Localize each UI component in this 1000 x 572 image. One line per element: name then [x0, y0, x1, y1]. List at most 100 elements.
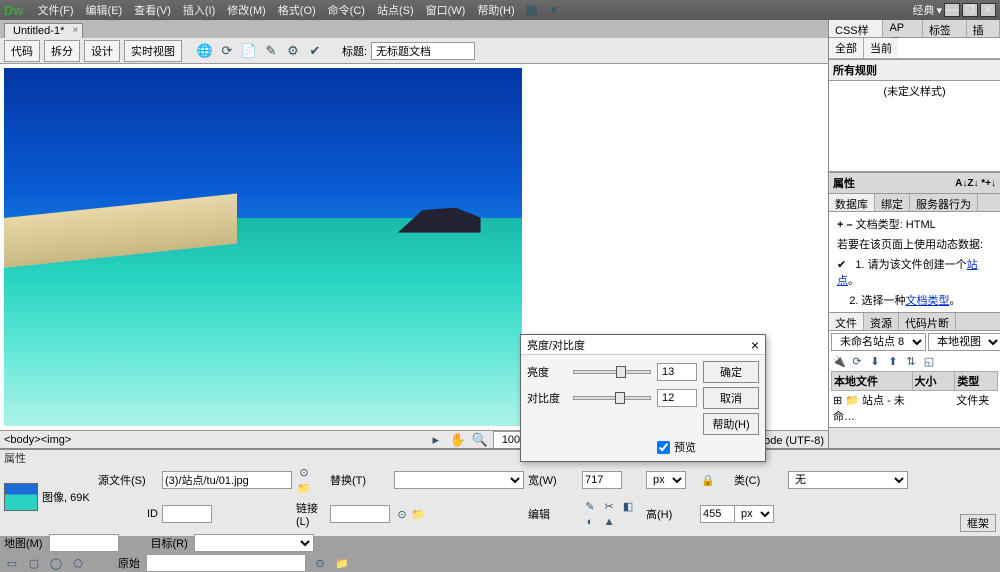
alt-select[interactable] [394, 471, 524, 489]
tab-assets[interactable]: 资源 [864, 313, 899, 330]
brightness-icon[interactable]: ◐ [582, 514, 598, 530]
attr-sort-icons[interactable]: A↓Z↓ *+↓ [955, 178, 996, 189]
menu-file[interactable]: 文件(F) [34, 2, 78, 18]
edit-icon[interactable]: ✎ [582, 498, 598, 514]
w-input[interactable] [582, 471, 622, 489]
layout-icon[interactable]: ▦ [523, 1, 541, 19]
minimize-button[interactable]: — [944, 3, 960, 17]
folder-icon[interactable]: 📁 [410, 506, 426, 522]
tab-insert[interactable]: 插入 [967, 20, 1000, 37]
orig-input[interactable] [146, 554, 306, 572]
brightness-input[interactable] [657, 363, 697, 381]
connect-icon[interactable]: 🔌 [831, 353, 847, 369]
menu-command[interactable]: 命令(C) [324, 2, 369, 18]
col-localfile[interactable]: 本地文件 [832, 372, 912, 390]
tab-database[interactable]: 数据库 [829, 194, 875, 211]
tool-icon[interactable]: ✎ [262, 42, 280, 60]
view-design-button[interactable]: 设计 [84, 40, 120, 62]
view-code-button[interactable]: 代码 [4, 40, 40, 62]
oval-hotspot-icon[interactable]: ◯ [48, 555, 64, 571]
preview-checkbox-input[interactable] [657, 441, 670, 454]
class-select[interactable]: 无 [788, 471, 908, 489]
tab-tag[interactable]: 标签检 [923, 20, 967, 37]
menu-format[interactable]: 格式(O) [274, 2, 320, 18]
crop-icon[interactable]: ✂ [601, 498, 617, 514]
preview-checkbox[interactable]: 预览 [657, 439, 759, 455]
tab-server-behaviors[interactable]: 服务器行为 [910, 194, 978, 211]
menu-modify[interactable]: 修改(M) [223, 2, 270, 18]
put-icon[interactable]: ⬆ [885, 353, 901, 369]
src-input[interactable] [162, 471, 292, 489]
workspace-label[interactable]: 经典 [912, 2, 934, 18]
resample-icon[interactable]: ◧ [620, 498, 636, 514]
poly-hotspot-icon[interactable]: ⬠ [70, 555, 86, 571]
get-icon[interactable]: ⬇ [867, 353, 883, 369]
file-row-name[interactable]: ⊞ 📁 站点 - 未命… [831, 391, 915, 425]
point-to-file-icon[interactable]: ⊙ [296, 464, 312, 480]
contrast-input[interactable] [657, 389, 697, 407]
tool-icon[interactable]: ✔ [306, 42, 324, 60]
dropdown-icon[interactable]: ▾ [545, 1, 563, 19]
tool-icon[interactable]: 📄 [240, 42, 258, 60]
tag-breadcrumb[interactable]: <body><img> [4, 434, 71, 446]
view-live-button[interactable]: 实时视图 [124, 40, 182, 62]
pointer-icon[interactable]: ▸ [427, 431, 445, 449]
close-icon[interactable]: × [73, 25, 79, 36]
attr-panel-header[interactable]: 属性 A↓Z↓ *+↓ [829, 172, 1000, 194]
folder-icon[interactable]: 📁 [296, 480, 312, 496]
lock-icon[interactable]: 🔒 [700, 472, 716, 488]
canvas-image[interactable] [4, 68, 522, 426]
zoom-icon[interactable]: 🔍 [471, 431, 489, 449]
dropdown-icon[interactable]: ▾ [936, 4, 942, 17]
h-unit[interactable]: px [734, 505, 774, 523]
close-button[interactable]: ✕ [980, 3, 996, 17]
props-header[interactable]: 属性 [0, 450, 1000, 464]
css-all-button[interactable]: 全部 [829, 38, 864, 58]
tool-icon[interactable]: 🌐 [196, 42, 214, 60]
doctype-link[interactable]: 文档类型 [905, 295, 949, 307]
tab-snippets[interactable]: 代码片断 [899, 313, 956, 330]
dialog-titlebar[interactable]: 亮度/对比度 × [521, 335, 765, 355]
rect-hotspot-icon[interactable]: ▢ [26, 555, 42, 571]
close-icon[interactable]: × [751, 337, 759, 353]
menu-view[interactable]: 查看(V) [130, 2, 175, 18]
menu-edit[interactable]: 编辑(E) [82, 2, 127, 18]
tab-bindings[interactable]: 绑定 [875, 194, 910, 211]
point-to-file-icon[interactable]: ⊙ [312, 555, 328, 571]
col-size[interactable]: 大小 [912, 372, 955, 390]
menu-window[interactable]: 窗口(W) [422, 2, 470, 18]
tool-icon[interactable]: ⚙ [284, 42, 302, 60]
sync-icon[interactable]: ⇅ [903, 353, 919, 369]
link-input[interactable] [330, 505, 390, 523]
site-select[interactable]: 未命名站点 8 [831, 333, 926, 351]
restore-button[interactable]: ❐ [962, 3, 978, 17]
css-current-button[interactable]: 当前 [864, 38, 898, 58]
col-type[interactable]: 类型 [954, 372, 997, 390]
frame-panel-tab[interactable]: 框架 [960, 514, 996, 532]
sharpen-icon[interactable]: ▲ [601, 514, 617, 530]
target-select[interactable] [194, 534, 314, 552]
title-input[interactable] [371, 42, 475, 60]
id-input[interactable] [162, 505, 212, 523]
menu-site[interactable]: 站点(S) [373, 2, 418, 18]
ok-button[interactable]: 确定 [703, 361, 759, 383]
contrast-slider[interactable] [573, 396, 651, 400]
pointer-icon[interactable]: ▭ [4, 555, 20, 571]
tool-icon[interactable]: ⟳ [218, 42, 236, 60]
help-button[interactable]: 帮助(H) [703, 413, 759, 435]
menu-insert[interactable]: 插入(I) [179, 2, 219, 18]
view-select[interactable]: 本地视图 [928, 333, 1000, 351]
folder-icon[interactable]: 📁 [334, 555, 350, 571]
tab-files[interactable]: 文件 [829, 313, 864, 330]
refresh-icon[interactable]: ⟳ [849, 353, 865, 369]
hand-icon[interactable]: ✋ [449, 431, 467, 449]
menu-help[interactable]: 帮助(H) [473, 2, 518, 18]
point-to-file-icon[interactable]: ⊙ [394, 506, 410, 522]
cancel-button[interactable]: 取消 [703, 387, 759, 409]
w-unit[interactable]: px [646, 471, 686, 489]
map-input[interactable] [49, 534, 119, 552]
expand-icon[interactable]: ◱ [921, 353, 937, 369]
view-split-button[interactable]: 拆分 [44, 40, 80, 62]
brightness-slider[interactable] [573, 370, 651, 374]
document-tab[interactable]: Untitled-1* × [4, 23, 83, 38]
